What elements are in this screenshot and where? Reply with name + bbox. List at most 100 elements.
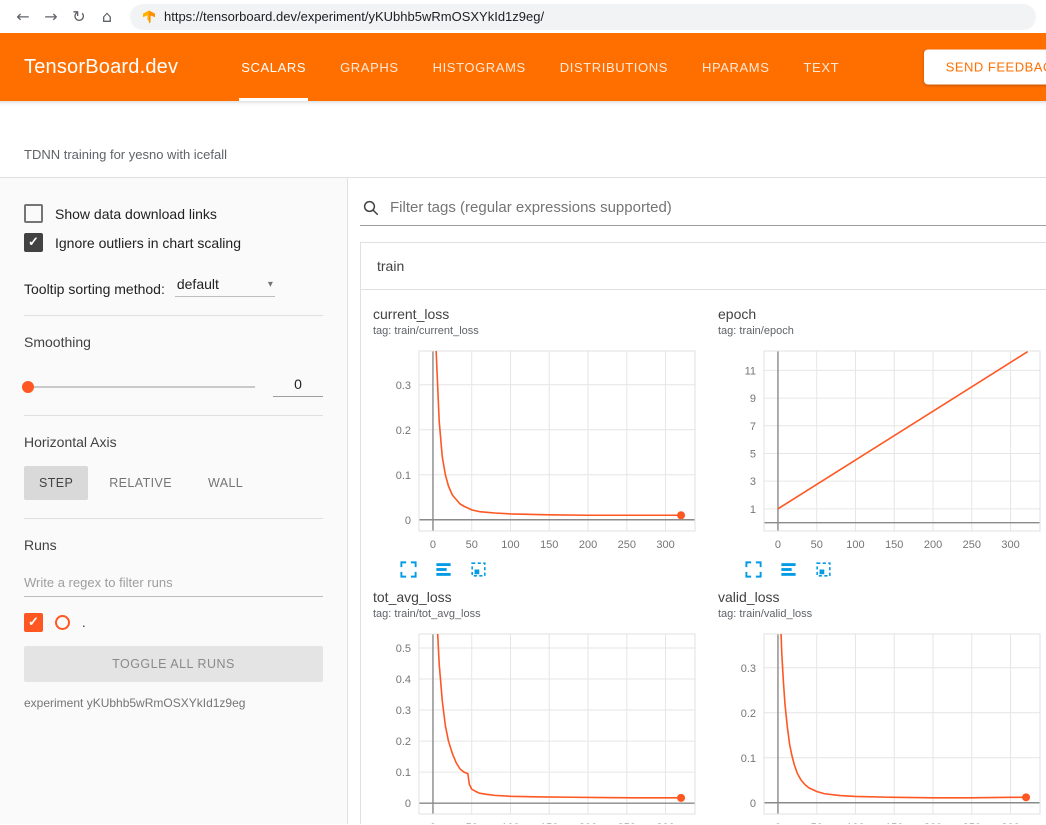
fit-domain-icon[interactable] xyxy=(814,560,833,579)
y-axis-toggle-icon[interactable] xyxy=(779,560,798,579)
svg-text:3: 3 xyxy=(750,476,756,488)
smoothing-label: Smoothing xyxy=(24,334,323,350)
run-color-swatch-icon xyxy=(55,615,70,630)
y-axis-toggle-icon[interactable] xyxy=(434,560,453,579)
svg-text:0: 0 xyxy=(405,798,411,810)
chart-tag: tag: train/current_loss xyxy=(373,325,713,337)
svg-text:0: 0 xyxy=(430,822,436,824)
svg-text:0: 0 xyxy=(430,539,436,551)
chart-title: valid_loss xyxy=(718,589,1046,605)
axis-relative-button[interactable]: RELATIVE xyxy=(94,466,187,500)
chart-card: valid_loss tag: train/valid_loss 0 0.1 0.2… xyxy=(718,589,1046,824)
svg-text:0: 0 xyxy=(775,822,781,824)
svg-text:300: 300 xyxy=(1001,822,1019,824)
chevron-down-icon: ▾ xyxy=(268,279,273,290)
tensorboard-favicon xyxy=(142,10,156,24)
chart-title: tot_avg_loss xyxy=(373,589,713,605)
svg-text:1: 1 xyxy=(750,504,756,516)
chart-card: current_loss tag: train/current_loss 00.… xyxy=(373,306,713,579)
fit-domain-icon[interactable] xyxy=(469,560,488,579)
general-settings-section: Show data download links Ignore outliers… xyxy=(24,180,323,316)
svg-text:200: 200 xyxy=(579,822,597,824)
tag-filter-input[interactable] xyxy=(388,198,1042,217)
chart-plot-tot-avg-loss[interactable]: 00.10.20.30.40.5050100150200250300 xyxy=(373,628,703,824)
svg-text:0.2: 0.2 xyxy=(741,708,756,720)
address-bar[interactable]: https://tensorboard.dev/experiment/yKUbh… xyxy=(130,4,1036,30)
tooltip-sorting-dropdown[interactable]: default ▾ xyxy=(175,274,275,297)
tensorboard-header: TensorBoard.dev SCALARS GRAPHS HISTOGRAM… xyxy=(0,33,1046,101)
run-checkbox[interactable] xyxy=(24,613,43,632)
svg-text:50: 50 xyxy=(811,822,823,824)
smoothing-slider[interactable] xyxy=(24,386,255,388)
chart-plot-epoch[interactable]: 1357911050100150200250300 xyxy=(718,345,1046,557)
chart-tag: tag: train/valid_loss xyxy=(718,608,1046,620)
chart-card: tot_avg_loss tag: train/tot_avg_loss 0 0.… xyxy=(373,589,713,824)
svg-text:9: 9 xyxy=(750,393,756,405)
svg-text:300: 300 xyxy=(1001,539,1019,551)
run-name: . xyxy=(82,615,86,630)
home-icon[interactable]: ⌂ xyxy=(94,7,120,26)
settings-sidebar: Show data download links Ignore outliers… xyxy=(0,178,348,824)
tooltip-sorting-value: default xyxy=(177,276,219,292)
svg-text:0.3: 0.3 xyxy=(741,663,756,675)
expand-icon[interactable] xyxy=(399,560,418,579)
chart-title: epoch xyxy=(718,306,1046,322)
group-header-train[interactable]: train xyxy=(361,243,1046,290)
svg-text:0.4: 0.4 xyxy=(396,674,411,686)
chart-tag: tag: train/epoch xyxy=(718,325,1046,337)
forward-icon[interactable]: → xyxy=(38,7,64,26)
expand-icon[interactable] xyxy=(744,560,763,579)
tab-distributions[interactable]: DISTRIBUTIONS xyxy=(558,33,670,101)
horizontal-axis-section: Horizontal Axis STEP RELATIVE WALL xyxy=(24,416,323,519)
tab-text[interactable]: TEXT xyxy=(802,33,842,101)
reload-icon[interactable]: ↻ xyxy=(66,7,92,26)
smoothing-section: Smoothing 0 xyxy=(24,316,323,416)
svg-text:300: 300 xyxy=(656,822,674,824)
tab-scalars[interactable]: SCALARS xyxy=(239,33,308,101)
toggle-all-runs-button[interactable]: TOGGLE ALL RUNS xyxy=(24,646,323,682)
search-icon xyxy=(362,199,380,217)
svg-text:0: 0 xyxy=(405,515,411,527)
smoothing-slider-thumb[interactable] xyxy=(22,381,34,393)
svg-text:0.3: 0.3 xyxy=(396,380,411,392)
svg-text:0.5: 0.5 xyxy=(396,643,411,655)
tab-graphs[interactable]: GRAPHS xyxy=(338,33,401,101)
ignore-outliers-checkbox[interactable] xyxy=(24,233,43,252)
svg-text:0.2: 0.2 xyxy=(396,425,411,437)
svg-text:250: 250 xyxy=(618,822,636,824)
experiment-id-note: experiment yKUbhb5wRmOSXYkId1z9eg xyxy=(24,696,323,710)
svg-text:200: 200 xyxy=(579,539,597,551)
back-icon[interactable]: ← xyxy=(10,7,36,26)
tooltip-sorting-label: Tooltip sorting method: xyxy=(24,281,165,297)
svg-text:100: 100 xyxy=(501,539,519,551)
svg-text:0.1: 0.1 xyxy=(396,767,411,779)
runs-label: Runs xyxy=(24,537,323,553)
svg-text:250: 250 xyxy=(963,822,981,824)
chart-tag: tag: train/tot_avg_loss xyxy=(373,608,713,620)
smoothing-value[interactable]: 0 xyxy=(273,376,323,397)
axis-step-button[interactable]: STEP xyxy=(24,466,88,500)
svg-text:300: 300 xyxy=(656,539,674,551)
svg-text:50: 50 xyxy=(466,539,478,551)
experiment-title: TDNN training for yesno with icefall xyxy=(24,147,227,162)
svg-text:0.1: 0.1 xyxy=(741,753,756,765)
chart-card: epoch tag: train/epoch 13579110501001502… xyxy=(718,306,1046,579)
svg-text:50: 50 xyxy=(466,822,478,824)
svg-text:200: 200 xyxy=(924,539,942,551)
chart-plot-valid-loss[interactable]: 00.10.20.3050100150200250300 xyxy=(718,628,1046,824)
tab-histograms[interactable]: HISTOGRAMS xyxy=(431,33,528,101)
svg-text:7: 7 xyxy=(750,421,756,433)
runs-filter-input[interactable] xyxy=(24,567,323,597)
show-download-links-checkbox[interactable] xyxy=(24,204,43,223)
send-feedback-button[interactable]: SEND FEEDBACK xyxy=(924,50,1046,85)
tab-hparams[interactable]: HPARAMS xyxy=(700,33,772,101)
tensorboard-logo: TensorBoard.dev xyxy=(24,33,178,101)
svg-text:0: 0 xyxy=(775,539,781,551)
svg-text:0.3: 0.3 xyxy=(396,705,411,717)
charts-grid: current_loss tag: train/current_loss 00.… xyxy=(361,290,1046,824)
chart-plot-current-loss[interactable]: 00.10.20.3050100150200250300 xyxy=(373,345,703,557)
run-row[interactable]: . xyxy=(24,613,323,632)
svg-text:200: 200 xyxy=(924,822,942,824)
svg-text:11: 11 xyxy=(745,365,756,377)
axis-wall-button[interactable]: WALL xyxy=(193,466,258,500)
